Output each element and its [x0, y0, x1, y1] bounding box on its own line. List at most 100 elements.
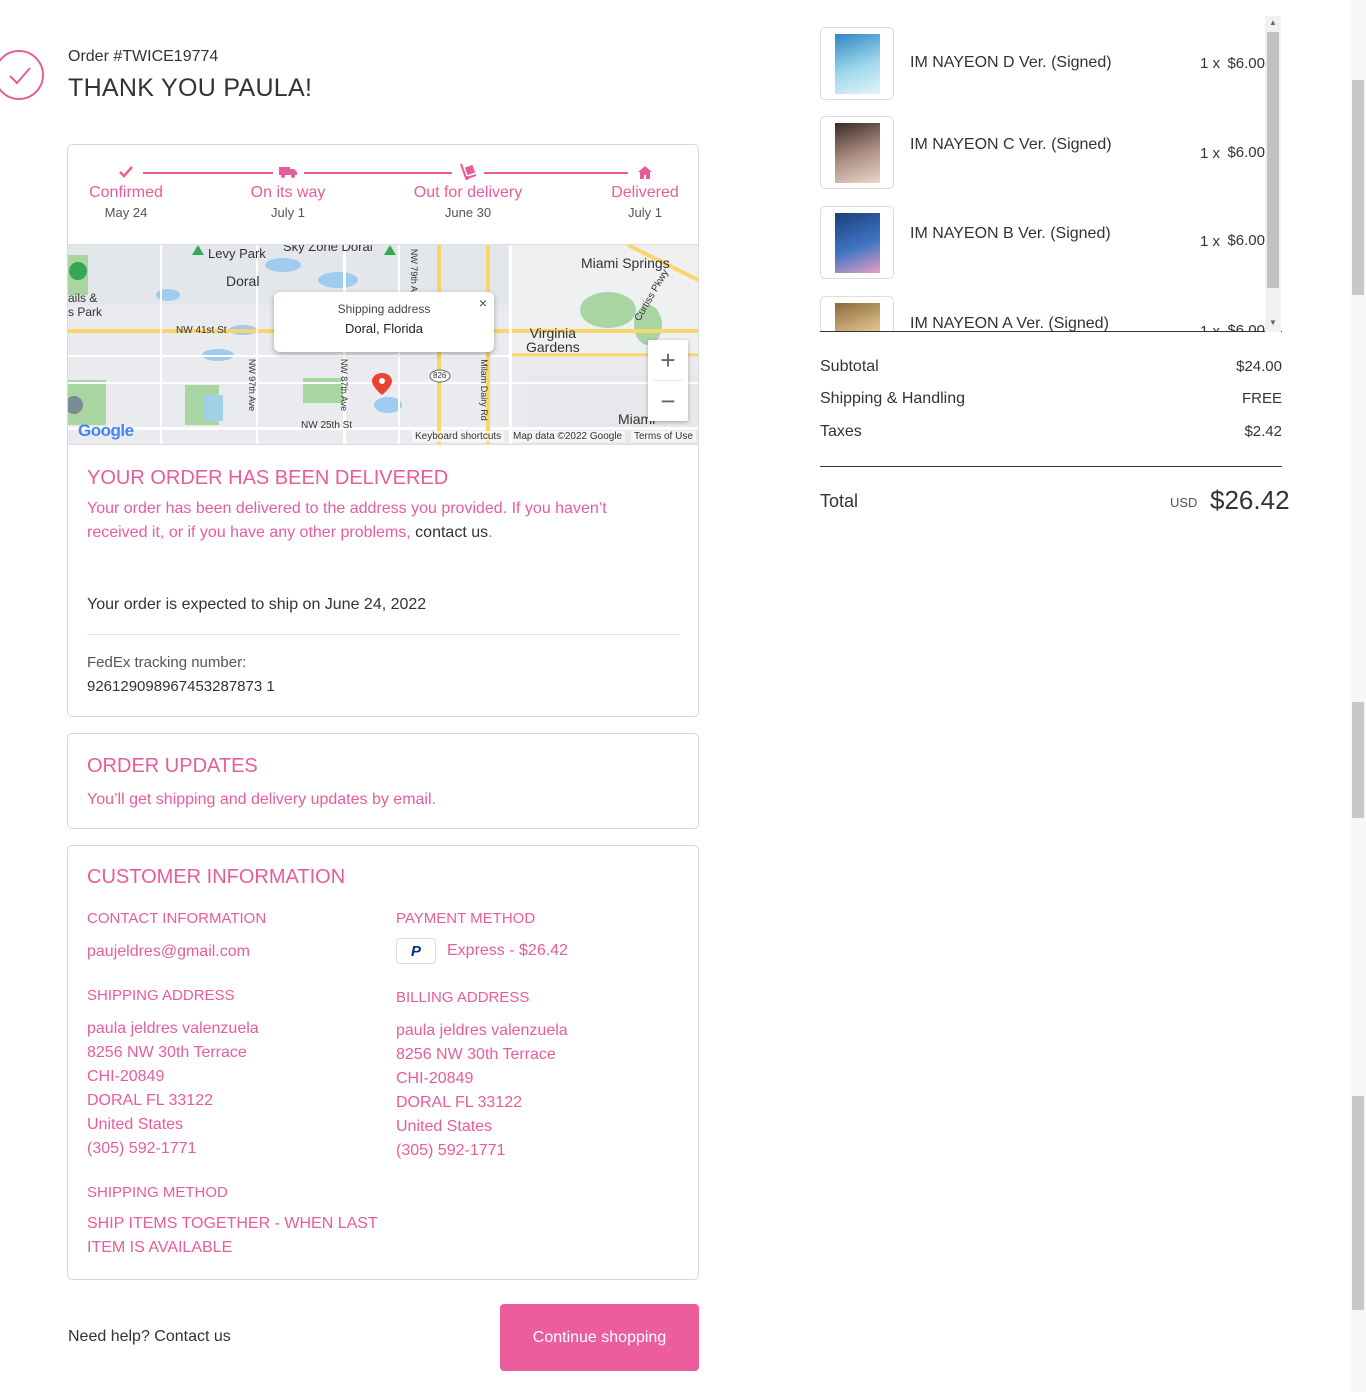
- product-quantity: 1 x: [1200, 323, 1221, 332]
- map-data-text: Map data ©2022 Google: [510, 431, 626, 442]
- keyboard-shortcuts-link[interactable]: Keyboard shortcuts: [412, 431, 505, 442]
- address-line: 8256 NW 30th Terrace: [396, 1046, 556, 1063]
- payment-method-label: PAYMENT METHOD: [396, 910, 536, 927]
- shipping-address-label: SHIPPING ADDRESS: [87, 987, 235, 1004]
- billing-address-label: BILLING ADDRESS: [396, 989, 530, 1006]
- product-price: $6.00: [1227, 232, 1265, 249]
- paypal-icon: P: [396, 938, 436, 964]
- product-thumbnail: [820, 27, 894, 100]
- shipping-method-label: SHIPPING METHOD: [87, 1184, 228, 1201]
- album-cover-image: [835, 123, 880, 183]
- items-scrollbar[interactable]: ▲ ▼: [1265, 16, 1281, 332]
- address-line: CHI-20849: [396, 1070, 474, 1087]
- scrollbar-thumb[interactable]: [1267, 32, 1279, 288]
- map-label: Milam Dairy Rd: [478, 359, 489, 421]
- map-zoom-controls: + −: [648, 340, 688, 421]
- taxes-value: $2.42: [1244, 423, 1282, 440]
- product-thumbnail: [820, 206, 894, 279]
- step-date: May 24: [104, 205, 148, 220]
- total-label: Total: [820, 491, 859, 511]
- taxes-row: Taxes $2.42: [820, 423, 1282, 441]
- shipping-method-value: SHIP ITEMS TOGETHER - WHEN LAST ITEM IS …: [87, 1212, 378, 1260]
- address-line: (305) 592-1771: [396, 1142, 506, 1159]
- truck-icon: [223, 163, 353, 181]
- popup-title: Shipping address: [337, 302, 431, 316]
- scrollbar-thumb[interactable]: [1352, 1096, 1364, 1310]
- google-logo[interactable]: Google: [78, 421, 134, 441]
- product-price: $6.00: [1227, 55, 1265, 72]
- step-date: July 1: [271, 205, 305, 220]
- album-cover-image: [835, 213, 880, 273]
- customer-info-heading: CUSTOMER INFORMATION: [87, 866, 346, 888]
- map-label: Levy Park: [208, 246, 266, 261]
- product-name: IM NAYEON C Ver. (Signed): [910, 136, 1112, 153]
- step-delivered: Delivered July 1: [580, 163, 710, 220]
- step-on-its-way: On its way July 1: [223, 163, 353, 220]
- period: .: [488, 524, 493, 541]
- map-label: NW 97th Ave: [247, 358, 258, 412]
- order-items-list[interactable]: IM NAYEON D Ver. (Signed) 1 x $6.00 IM N…: [820, 16, 1282, 332]
- terms-of-use-link[interactable]: Terms of Use: [631, 431, 696, 442]
- tracking-number: 926129098967453287873 1: [87, 678, 275, 695]
- address-line: United States: [87, 1116, 184, 1133]
- subtotal-value: $24.00: [1236, 358, 1282, 375]
- billing-address: paula jeldres valenzuela 8256 NW 30th Te…: [396, 1019, 568, 1163]
- map-label: Sky Zone Doral: [283, 244, 373, 254]
- map-label: NW 87th Ave: [339, 358, 350, 412]
- product-thumbnail: [820, 296, 894, 331]
- popup-location: Doral, Florida: [344, 321, 424, 336]
- address-line: DORAL FL 33122: [396, 1094, 522, 1111]
- zoom-out-button[interactable]: −: [648, 381, 688, 421]
- map-label: NW 25th St: [301, 420, 353, 431]
- divider: [87, 634, 680, 635]
- address-line: 8256 NW 30th Terrace: [87, 1044, 247, 1061]
- shipping-row: Shipping & Handling FREE: [820, 390, 1282, 408]
- step-confirmed: Confirmed May 24: [61, 163, 191, 220]
- map-label: Virginia Gardens: [526, 325, 580, 355]
- product-name: IM NAYEON B Ver. (Signed): [910, 225, 1111, 242]
- total-value: $26.42: [1210, 485, 1290, 515]
- list-item: IM NAYEON C Ver. (Signed) 1 x $6.00: [820, 116, 1265, 190]
- scroll-down-icon[interactable]: ▼: [1269, 318, 1277, 327]
- shipping-address: paula jeldres valenzuela 8256 NW 30th Te…: [87, 1017, 259, 1161]
- product-price: $6.00: [1227, 322, 1265, 332]
- order-number: Order #TWICE19774: [68, 48, 219, 65]
- order-updates-card: ORDER UPDATES You’ll get shipping and de…: [67, 733, 699, 829]
- map-label: Miami Springs: [581, 255, 670, 271]
- summary-divider: [820, 466, 1282, 467]
- house-icon: [580, 163, 710, 181]
- page-scrollbar[interactable]: [1350, 0, 1366, 1392]
- payment-method-value: Express - $26.42: [447, 942, 568, 959]
- step-out-for-delivery: Out for delivery June 30: [403, 163, 533, 220]
- continue-shopping-button[interactable]: Continue shopping: [500, 1304, 699, 1371]
- close-icon[interactable]: ×: [479, 295, 487, 311]
- step-date: June 30: [444, 205, 492, 220]
- address-line: paula jeldres valenzuela: [87, 1020, 259, 1037]
- map-label: NW 41st St: [176, 325, 227, 336]
- contact-us-link[interactable]: contact us: [415, 524, 488, 541]
- step-label: Confirmed: [89, 184, 163, 201]
- zoom-in-button[interactable]: +: [648, 340, 688, 380]
- delivery-map[interactable]: Levy Park Sky Zone Doral Doral Miami Spr…: [68, 244, 698, 445]
- product-price: $6.00: [1227, 144, 1265, 161]
- order-status-card: Confirmed May 24 On its way July 1 Out f…: [67, 144, 699, 717]
- scrollbar-thumb[interactable]: [1352, 80, 1364, 295]
- subtotal-label: Subtotal: [820, 358, 879, 375]
- customer-information-card: CUSTOMER INFORMATION CONTACT INFORMATION…: [67, 845, 699, 1280]
- scrollbar-thumb[interactable]: [1352, 702, 1364, 818]
- shipping-label: Shipping & Handling: [820, 390, 965, 407]
- order-updates-message: You’ll get shipping and delivery updates…: [87, 791, 436, 808]
- contact-email: paujeldres@gmail.com: [87, 943, 250, 960]
- product-name: IM NAYEON A Ver. (Signed): [910, 315, 1109, 332]
- checkmark-icon: [61, 163, 191, 181]
- delivered-message-text: Your order has been delivered to the add…: [87, 500, 607, 541]
- scroll-up-icon[interactable]: ▲: [1269, 18, 1277, 27]
- need-help-contact-link[interactable]: Need help? Contact us: [68, 1328, 231, 1346]
- step-date: July 1: [628, 205, 662, 220]
- shipping-value: FREE: [1241, 390, 1282, 407]
- contact-info-label: CONTACT INFORMATION: [87, 910, 267, 927]
- product-quantity: 1 x: [1200, 55, 1221, 72]
- tracking-label: FedEx tracking number:: [87, 654, 247, 671]
- delivered-heading: YOUR ORDER HAS BEEN DELIVERED: [87, 467, 449, 489]
- address-line: United States: [396, 1118, 493, 1135]
